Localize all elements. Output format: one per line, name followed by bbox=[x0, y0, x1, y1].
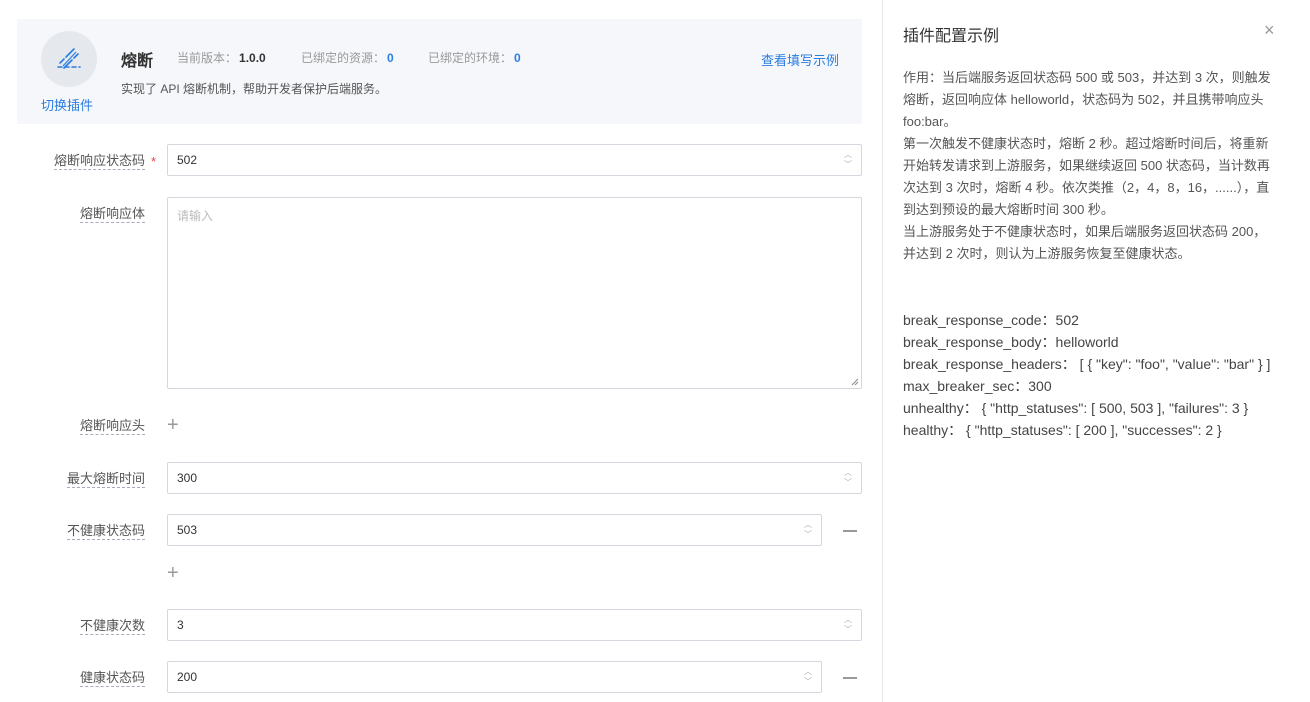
resources-count[interactable]: 0 bbox=[387, 51, 394, 65]
plugin-form-area: 切换插件 熔断 当前版本： 1.0.0 已绑定的资源： 0 已绑定的环境： 0 实现了… bbox=[0, 0, 880, 702]
max-breaker-value: 300 bbox=[177, 471, 198, 485]
max-breaker-spinner[interactable]: ︿ ﹀ bbox=[843, 469, 853, 487]
plugin-name: 熔断 bbox=[121, 53, 154, 70]
version-value: 1.0.0 bbox=[239, 51, 266, 65]
plugin-info-card: 切换插件 熔断 当前版本： 1.0.0 已绑定的资源： 0 已绑定的环境： 0 实现了… bbox=[17, 19, 862, 124]
config-line: break_response_code：502 bbox=[903, 312, 1079, 328]
version-label: 当前版本： bbox=[177, 51, 238, 65]
chevron-down-icon[interactable]: ﹀ bbox=[844, 626, 852, 634]
healthy-status-input[interactable]: 200 ︿ ﹀ bbox=[167, 661, 822, 693]
max-breaker-label: 最大熔断时间 bbox=[66, 471, 145, 488]
view-example-link[interactable]: 查看填写示例 bbox=[761, 50, 839, 69]
plugin-version: 当前版本： 1.0.0 bbox=[177, 49, 266, 66]
required-mark: * bbox=[150, 154, 156, 169]
example-description: 作用：当后端服务返回状态码 500 或 503，并达到 3 次，则触发熔断，返回… bbox=[903, 67, 1278, 265]
unhealthy-status-value: 503 bbox=[177, 523, 198, 537]
plugin-breaker-icon bbox=[57, 48, 81, 69]
plugin-avatar bbox=[41, 31, 97, 87]
unhealthy-status-spinner[interactable]: ︿ ﹀ bbox=[803, 521, 813, 539]
switch-plugin-link[interactable]: 切换插件 bbox=[41, 95, 93, 114]
max-breaker-input[interactable]: 300 ︿ ﹀ bbox=[167, 462, 862, 494]
close-icon[interactable]: × bbox=[1264, 21, 1275, 39]
envs-label: 已绑定的环境： bbox=[428, 51, 513, 65]
resources-label: 已绑定的资源： bbox=[301, 51, 386, 65]
description-paragraph: 当上游服务处于不健康状态时，如果后端服务返回状态码 200，并达到 2 次时，则… bbox=[903, 224, 1267, 261]
unhealthy-count-value: 3 bbox=[177, 618, 184, 632]
healthy-status-spinner[interactable]: ︿ ﹀ bbox=[803, 668, 813, 686]
chevron-up-icon[interactable]: ︿ bbox=[844, 151, 852, 159]
status-code-label: 熔断响应状态码 * bbox=[53, 152, 156, 170]
healthy-status-value: 200 bbox=[177, 670, 198, 684]
unhealthy-count-input[interactable]: 3 ︿ ﹀ bbox=[167, 609, 862, 641]
unhealthy-count-spinner[interactable]: ︿ ﹀ bbox=[843, 616, 853, 634]
chevron-down-icon[interactable]: ﹀ bbox=[804, 678, 812, 686]
body-textarea[interactable]: 请输入 bbox=[167, 197, 862, 389]
plugin-description: 实现了 API 熔断机制，帮助开发者保护后端服务。 bbox=[121, 82, 388, 96]
chevron-down-icon[interactable]: ﹀ bbox=[844, 479, 852, 487]
add-header-button[interactable]: + bbox=[167, 415, 179, 435]
body-placeholder: 请输入 bbox=[177, 209, 214, 223]
status-code-spinner[interactable]: ︿ ﹀ bbox=[843, 151, 853, 169]
description-paragraph: 第一次触发不健康状态时，熔断 2 秒。超过熔断时间后，将重新开始转发请求到上游服… bbox=[903, 136, 1270, 217]
config-line: max_breaker_sec：300 bbox=[903, 378, 1052, 394]
unhealthy-count-label: 不健康次数 bbox=[79, 618, 145, 635]
unhealthy-status-label: 不健康状态码 bbox=[66, 523, 145, 540]
chevron-up-icon[interactable]: ︿ bbox=[804, 668, 812, 676]
chevron-down-icon[interactable]: ﹀ bbox=[804, 531, 812, 539]
body-label: 熔断响应体 bbox=[79, 206, 145, 223]
chevron-up-icon[interactable]: ︿ bbox=[804, 521, 812, 529]
config-line: break_response_body：helloworld bbox=[903, 334, 1119, 350]
status-code-value: 502 bbox=[177, 153, 198, 167]
status-code-label-text: 熔断响应状态码 bbox=[53, 153, 145, 168]
chevron-up-icon[interactable]: ︿ bbox=[844, 469, 852, 477]
panel-divider bbox=[882, 0, 883, 702]
config-line: healthy： { "http_statuses": [ 200 ], "su… bbox=[903, 422, 1222, 438]
description-paragraph: 作用：当后端服务返回状态码 500 或 503，并达到 3 次，则触发熔断，返回… bbox=[903, 70, 1271, 129]
resize-handle-icon[interactable] bbox=[851, 378, 859, 386]
bound-environments: 已绑定的环境： 0 bbox=[428, 49, 521, 66]
headers-label: 熔断响应头 bbox=[79, 418, 145, 435]
config-line: unhealthy： { "http_statuses": [ 500, 503… bbox=[903, 400, 1249, 416]
example-config: break_response_code：502 break_response_b… bbox=[903, 309, 1278, 441]
add-unhealthy-status-button[interactable]: + bbox=[167, 563, 179, 583]
healthy-status-label: 健康状态码 bbox=[79, 670, 145, 687]
chevron-down-icon[interactable]: ﹀ bbox=[844, 161, 852, 169]
unhealthy-status-input[interactable]: 503 ︿ ﹀ bbox=[167, 514, 822, 546]
envs-count[interactable]: 0 bbox=[514, 51, 521, 65]
status-code-input[interactable]: 502 ︿ ﹀ bbox=[167, 144, 862, 176]
bound-resources: 已绑定的资源： 0 bbox=[301, 49, 394, 66]
remove-unhealthy-status-button[interactable] bbox=[843, 530, 857, 532]
config-line: break_response_headers： [ { "key": "foo"… bbox=[903, 356, 1271, 372]
chevron-up-icon[interactable]: ︿ bbox=[844, 616, 852, 624]
remove-healthy-status-button[interactable] bbox=[843, 677, 857, 679]
panel-title: 插件配置示例 bbox=[903, 28, 1000, 45]
